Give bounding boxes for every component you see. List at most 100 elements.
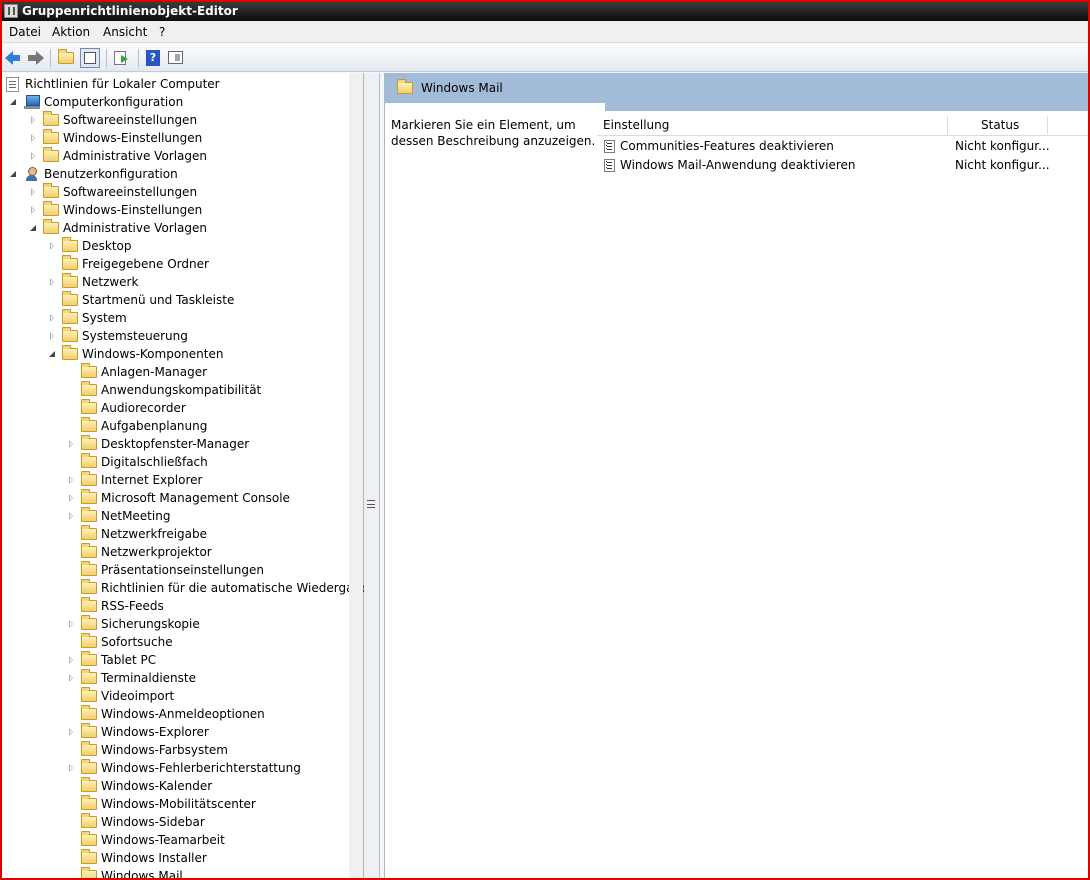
menu-help[interactable]: ? — [159, 25, 165, 39]
pane-splitter[interactable] — [364, 73, 380, 878]
folder-icon — [81, 363, 97, 378]
folder-icon — [81, 435, 97, 450]
policy-setting-icon — [604, 159, 615, 172]
expander-closed-icon[interactable] — [47, 241, 57, 251]
folder-icon — [62, 327, 78, 342]
help-icon[interactable]: ? — [144, 48, 164, 68]
expander-closed-icon[interactable] — [66, 655, 76, 665]
tree-scrollbar[interactable] — [349, 73, 363, 878]
folder-icon — [81, 489, 97, 504]
list-row[interactable]: Communities-Features deaktivieren Nicht … — [597, 137, 1087, 156]
expander-closed-icon[interactable] — [66, 673, 76, 683]
expander-closed-icon[interactable] — [66, 511, 76, 521]
title-bar: Gruppenrichtlinienobjekt-Editor — [2, 2, 1088, 21]
folder-icon — [81, 705, 97, 720]
setting-status: Nicht konfigur... — [955, 139, 1050, 153]
computer-icon — [24, 95, 40, 109]
splitter-grip-icon[interactable] — [367, 500, 375, 508]
folder-icon — [81, 453, 97, 468]
policy-root-icon — [6, 77, 19, 92]
folder-icon — [43, 111, 59, 126]
folder-icon — [81, 597, 97, 612]
toolbar: ? — [2, 44, 1088, 72]
folder-icon — [81, 759, 97, 774]
expander-open-icon[interactable] — [8, 169, 18, 179]
expander-closed-icon[interactable] — [28, 151, 38, 161]
folder-icon — [81, 813, 97, 828]
folder-icon — [81, 525, 97, 540]
detail-header: Windows Mail — [385, 73, 1088, 103]
expander-closed-icon[interactable] — [47, 331, 57, 341]
expander-closed-icon[interactable] — [66, 763, 76, 773]
menu-ansicht[interactable]: Ansicht — [103, 25, 147, 39]
expander-closed-icon[interactable] — [66, 439, 76, 449]
folder-icon — [43, 219, 59, 234]
folder-icon — [43, 129, 59, 144]
folder-icon — [62, 309, 78, 324]
folder-icon — [62, 237, 78, 252]
folder-icon — [81, 507, 97, 522]
expander-closed-icon[interactable] — [28, 187, 38, 197]
expander-open-icon[interactable] — [28, 223, 38, 233]
folder-icon — [81, 579, 97, 594]
expander-closed-icon[interactable] — [47, 277, 57, 287]
detail-title: Windows Mail — [421, 81, 503, 95]
folder-icon — [81, 723, 97, 738]
expander-closed-icon[interactable] — [66, 493, 76, 503]
folder-icon — [81, 669, 97, 684]
setting-name: Windows Mail-Anwendung deaktivieren — [620, 158, 856, 172]
column-header-status[interactable]: Status — [981, 118, 1019, 132]
folder-icon — [81, 831, 97, 846]
expander-open-icon[interactable] — [47, 349, 57, 359]
export-list-icon[interactable] — [112, 48, 132, 68]
folder-icon — [43, 147, 59, 162]
app-icon — [4, 4, 18, 18]
folder-icon — [81, 777, 97, 792]
folder-icon — [81, 795, 97, 810]
folder-icon — [81, 687, 97, 702]
list-row[interactable]: Windows Mail-Anwendung deaktivieren Nich… — [597, 156, 1087, 175]
folder-icon — [81, 615, 97, 630]
expander-closed-icon[interactable] — [47, 313, 57, 323]
description-text: Markieren Sie ein Element, um dessen Bes… — [391, 118, 596, 148]
main-window: Gruppenrichtlinienobjekt-Editor Datei Ak… — [0, 0, 1090, 880]
expander-closed-icon[interactable] — [28, 205, 38, 215]
expander-open-icon[interactable] — [8, 97, 18, 107]
expander-closed-icon[interactable] — [28, 115, 38, 125]
up-folder-icon[interactable] — [56, 48, 76, 68]
folder-icon — [397, 79, 413, 94]
forward-arrow-icon[interactable] — [26, 48, 46, 68]
user-icon — [24, 167, 40, 182]
folder-icon — [81, 399, 97, 414]
show-hide-action-pane-icon[interactable] — [166, 48, 186, 68]
expander-closed-icon[interactable] — [66, 619, 76, 629]
folder-icon — [81, 561, 97, 576]
policy-setting-icon — [604, 140, 615, 153]
list-header: Einstellung Status — [597, 114, 1088, 136]
folder-icon — [62, 345, 78, 360]
back-arrow-icon[interactable] — [4, 48, 24, 68]
folder-icon — [62, 255, 78, 270]
menu-datei[interactable]: Datei — [9, 25, 41, 39]
window-title: Gruppenrichtlinienobjekt-Editor — [22, 4, 238, 18]
folder-icon — [81, 849, 97, 864]
setting-name: Communities-Features deaktivieren — [620, 139, 834, 153]
detail-pane: Windows Mail Markieren Sie ein Element, … — [384, 73, 1088, 878]
column-header-setting[interactable]: Einstellung — [603, 118, 669, 132]
tree-pane[interactable]: Richtlinien für Lokaler Computer Compute… — [2, 73, 368, 878]
menu-aktion[interactable]: Aktion — [52, 25, 90, 39]
folder-icon — [81, 651, 97, 666]
folder-icon — [43, 201, 59, 216]
expander-closed-icon[interactable] — [66, 727, 76, 737]
folder-icon — [81, 381, 97, 396]
expander-closed-icon[interactable] — [66, 475, 76, 485]
show-hide-tree-icon[interactable] — [80, 48, 100, 68]
folder-icon — [81, 867, 97, 878]
folder-icon — [43, 183, 59, 198]
setting-status: Nicht konfigur... — [955, 158, 1050, 172]
folder-icon — [62, 291, 78, 306]
folder-icon — [81, 741, 97, 756]
folder-icon — [81, 417, 97, 432]
folder-icon — [81, 633, 97, 648]
expander-closed-icon[interactable] — [28, 133, 38, 143]
